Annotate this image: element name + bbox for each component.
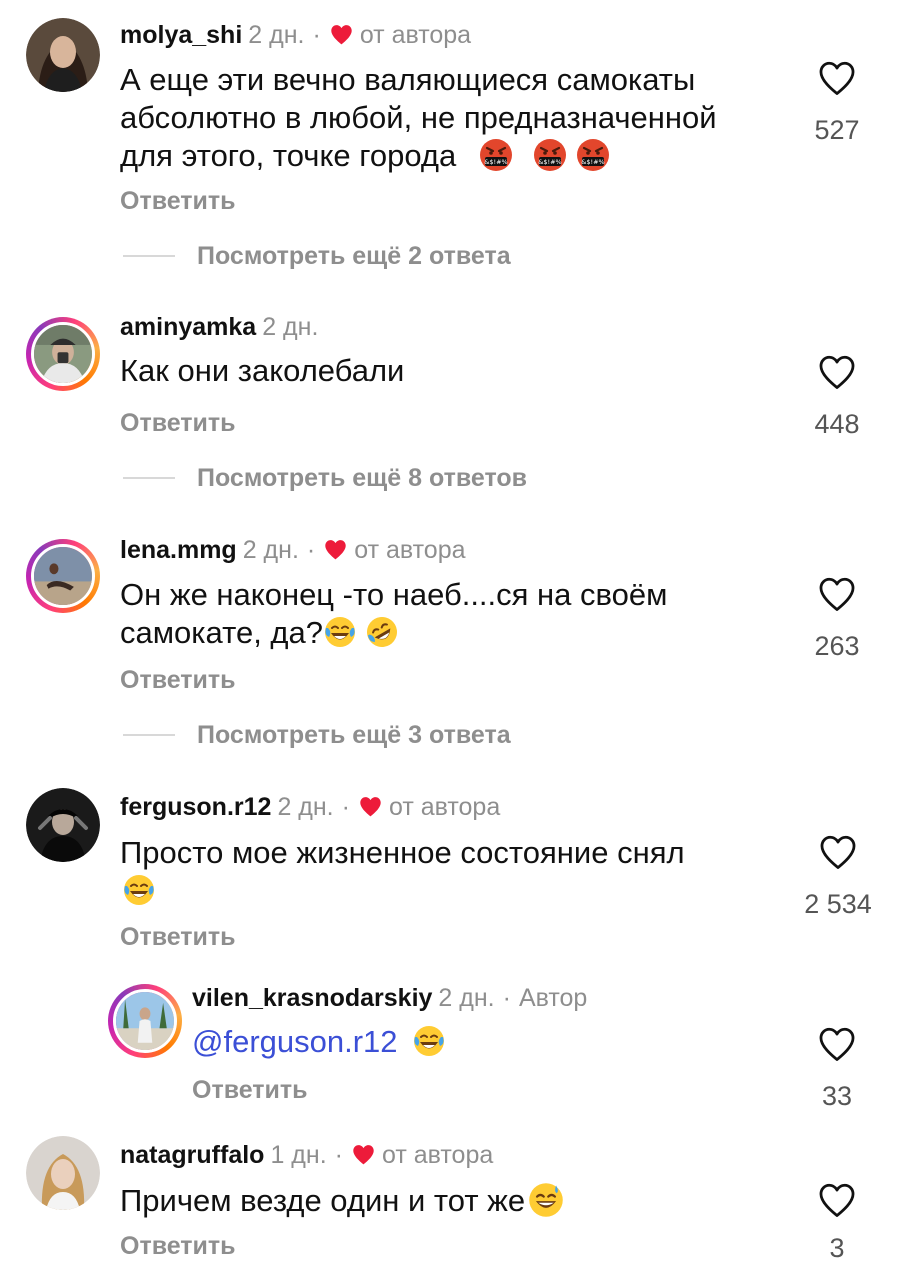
author-badge: Автор — [518, 984, 588, 1012]
user-photo-icon — [26, 788, 100, 862]
username[interactable]: ferguson.r12 — [120, 793, 271, 821]
liked-by-author-label: от автора — [388, 793, 501, 821]
like-control: 33 — [794, 1026, 880, 1112]
comment-text: Как они заколебали — [120, 353, 405, 388]
like-control: 448 — [794, 354, 880, 440]
comment-text: Он же наконец -то наеб....ся на своём са… — [120, 576, 790, 652]
avatar[interactable] — [26, 317, 100, 391]
comment-time: 2 дн. — [277, 793, 334, 821]
rolling-laughing-emoji — [365, 615, 399, 649]
user-photo-icon — [34, 547, 92, 605]
user-photo-icon — [116, 992, 174, 1050]
angry-face-emoji — [533, 138, 567, 172]
heart-icon[interactable] — [817, 354, 857, 390]
tears-of-joy-emoji — [412, 1024, 446, 1058]
like-count: 3 — [829, 1233, 845, 1263]
reply-button[interactable]: Ответить — [120, 666, 236, 695]
view-more-replies[interactable]: Посмотреть ещё 8 ответов — [123, 463, 527, 493]
avatar[interactable] — [26, 1136, 100, 1210]
view-more-replies[interactable]: Посмотреть ещё 3 ответа — [123, 720, 511, 750]
username[interactable]: lena.mmg — [120, 536, 237, 564]
comment-text: Причем везде один и тот же — [120, 1181, 790, 1220]
reply-button[interactable]: Ответить — [120, 187, 236, 216]
heart-icon[interactable] — [817, 1182, 857, 1218]
username[interactable]: natagruffalo — [120, 1141, 264, 1169]
divider — [123, 477, 175, 479]
angry-face-emoji — [576, 138, 610, 172]
reply-button[interactable]: Ответить — [120, 1232, 236, 1261]
username[interactable]: molya_shi — [120, 21, 242, 49]
user-photo-icon — [26, 18, 100, 92]
tears-of-joy-emoji — [323, 615, 357, 649]
comment-text: Просто мое жизненное состояние снял — [120, 834, 790, 910]
user-photo-icon — [34, 325, 92, 383]
like-count: 448 — [814, 409, 860, 439]
comment-text: @ferguson.r12 — [192, 1023, 782, 1061]
heart-icon[interactable] — [817, 576, 857, 612]
reply-button[interactable]: Ответить — [120, 923, 236, 952]
sweat-smile-emoji — [527, 1181, 565, 1219]
tears-of-joy-emoji — [122, 873, 156, 907]
like-count: 33 — [821, 1081, 853, 1111]
username[interactable]: aminyamka — [120, 313, 256, 341]
reply-button[interactable]: Ответить — [192, 1076, 308, 1105]
liked-by-author-label: от автора — [354, 536, 466, 564]
liked-by-author-label: от автора — [359, 21, 472, 49]
like-control: 2 534 — [790, 834, 886, 920]
angry-face-emoji — [479, 138, 513, 172]
comment-time: 2 дн. — [438, 984, 495, 1012]
view-more-replies[interactable]: Посмотреть ещё 2 ответа — [123, 241, 511, 271]
comment-time: 2 дн. — [248, 21, 305, 49]
reply-button[interactable]: Ответить — [120, 409, 236, 438]
user-photo-icon — [26, 1136, 100, 1210]
like-control: 527 — [794, 60, 880, 146]
avatar[interactable] — [26, 539, 100, 613]
like-count: 527 — [814, 115, 860, 145]
avatar[interactable] — [26, 18, 100, 92]
divider — [123, 255, 175, 257]
comments-list: molya_shi 2 дн. · от автора А еще эти вечно… — [0, 0, 901, 1280]
like-control: 3 — [794, 1182, 880, 1264]
author-heart-icon — [358, 795, 383, 818]
like-control: 263 — [794, 576, 880, 662]
avatar[interactable] — [26, 788, 100, 862]
like-count: 2 534 — [804, 889, 872, 919]
heart-icon[interactable] — [818, 834, 858, 870]
author-heart-icon — [351, 1143, 376, 1166]
mention-link[interactable]: @ferguson.r12 — [192, 1024, 398, 1059]
author-heart-icon — [329, 23, 354, 46]
comment-time: 2 дн. — [242, 536, 299, 564]
heart-icon[interactable] — [817, 60, 857, 96]
comment-text: А еще эти вечно валяющиеся самокаты абсо… — [120, 62, 717, 173]
heart-icon[interactable] — [817, 1026, 857, 1062]
like-count: 263 — [814, 631, 860, 661]
author-heart-icon — [323, 538, 348, 561]
comment-time: 2 дн. — [262, 313, 319, 341]
divider — [123, 734, 175, 736]
comment-time: 1 дн. — [270, 1141, 327, 1169]
username[interactable]: vilen_krasnodarskiy — [192, 984, 432, 1012]
avatar[interactable] — [108, 984, 182, 1058]
liked-by-author-label: от автора — [381, 1141, 494, 1169]
